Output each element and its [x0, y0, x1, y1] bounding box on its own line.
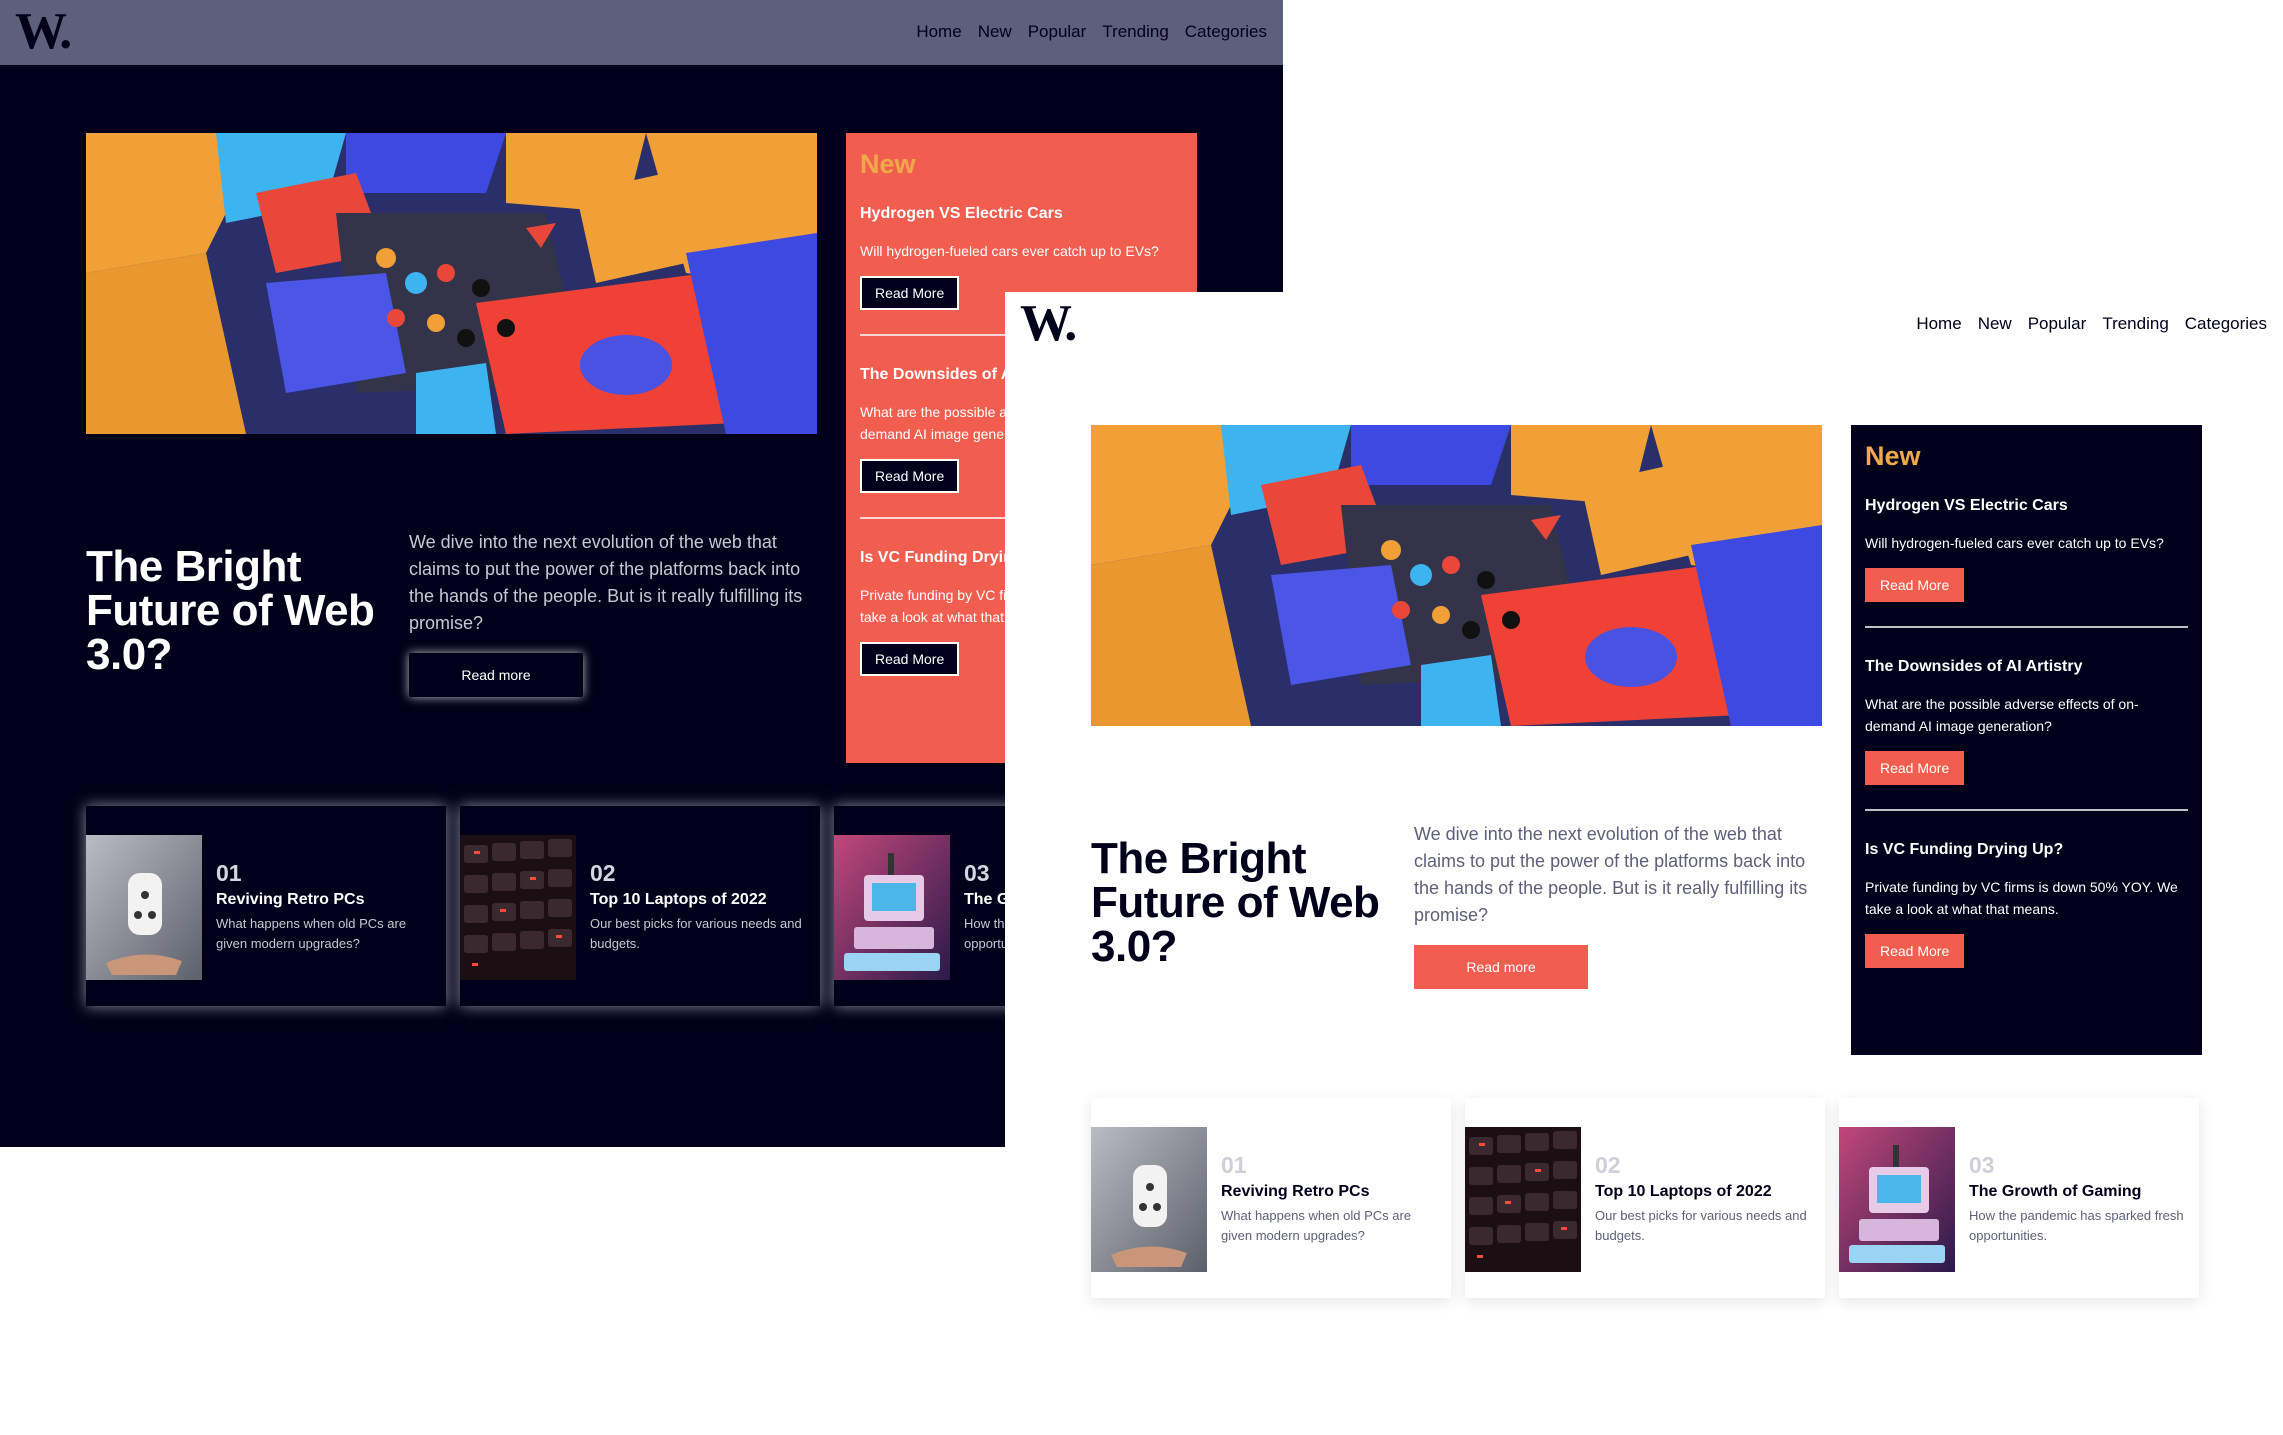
retro-computer-image: [1839, 1127, 1955, 1272]
card-desc: What happens when old PCs are given mode…: [1221, 1208, 1412, 1243]
new-item-desc: What are the possible adverse effects of…: [1865, 696, 2139, 734]
hero-headline: The Bright Future of Web 3.0?: [86, 542, 375, 679]
new-heading: New: [1865, 441, 1921, 471]
hero-headline: The Bright Future of Web 3.0?: [1091, 834, 1380, 971]
new-item-desc: Will hydrogen-fueled cars ever catch up …: [860, 243, 1159, 259]
new-item-title[interactable]: The Downsides of AI Artistry: [1865, 656, 2188, 678]
header: W. Home New Popular Trending Categories: [1005, 292, 2283, 357]
read-more-button[interactable]: Read More: [860, 276, 960, 310]
card-desc: How the pandemic has sparked fresh oppor…: [1969, 1208, 2184, 1243]
article-card[interactable]: 02 Top 10 Laptops of 2022 Our best picks…: [1465, 1098, 1825, 1298]
main-nav: Home New Popular Trending Categories: [1916, 313, 2267, 335]
logo[interactable]: W.: [1020, 298, 1077, 350]
hero-image: [1091, 425, 1822, 726]
new-item: Is VC Funding Drying Up? Private funding…: [1865, 839, 2188, 992]
nav-trending[interactable]: Trending: [1102, 21, 1168, 43]
article-card[interactable]: 01 Reviving Retro PCs What happens when …: [1091, 1098, 1451, 1298]
new-heading: New: [860, 149, 916, 179]
nav-home[interactable]: Home: [916, 21, 961, 43]
new-item: Hydrogen VS Electric Cars Will hydrogen-…: [1865, 495, 2188, 628]
keyboard-image: [1465, 1127, 1581, 1272]
read-more-button[interactable]: Read More: [1865, 751, 1965, 785]
card-number: 03: [1969, 1152, 1995, 1178]
card-title[interactable]: Reviving Retro PCs: [1221, 1182, 1369, 1202]
nav-popular[interactable]: Popular: [2028, 313, 2087, 335]
read-more-button[interactable]: Read More: [1865, 934, 1965, 968]
light-theme-mockup: W. Home New Popular Trending Categories: [1005, 292, 2283, 1435]
nav-new[interactable]: New: [1978, 313, 2012, 335]
card-desc: Our best picks for various needs and bud…: [590, 916, 802, 951]
read-more-button[interactable]: Read More: [860, 642, 960, 676]
header: W. Home New Popular Trending Categories: [0, 0, 1283, 65]
nav-categories[interactable]: Categories: [2185, 313, 2267, 335]
card-title[interactable]: Top 10 Laptops of 2022: [590, 890, 767, 910]
card-title[interactable]: Top 10 Laptops of 2022: [1595, 1182, 1772, 1202]
card-number: 02: [1595, 1152, 1621, 1178]
new-item-title[interactable]: Hydrogen VS Electric Cars: [1865, 495, 2188, 517]
card-number: 01: [216, 860, 242, 886]
nav-new[interactable]: New: [978, 21, 1012, 43]
hero-read-more-button[interactable]: Read more: [409, 653, 583, 697]
card-number: 02: [590, 860, 616, 886]
retro-computer-image: [834, 835, 950, 980]
card-title[interactable]: The Growth of Gaming: [1969, 1182, 2141, 1202]
game-controller-image: [1091, 1127, 1207, 1272]
new-item-title[interactable]: Is VC Funding Drying Up?: [1865, 839, 2188, 861]
nav-trending[interactable]: Trending: [2102, 313, 2168, 335]
new-item-desc: Will hydrogen-fueled cars ever catch up …: [1865, 535, 2164, 551]
nav-popular[interactable]: Popular: [1028, 21, 1087, 43]
read-more-button[interactable]: Read More: [1865, 568, 1965, 602]
read-more-button[interactable]: Read More: [860, 459, 960, 493]
hero-image: [86, 133, 817, 434]
keyboard-image: [460, 835, 576, 980]
card-number: 01: [1221, 1152, 1247, 1178]
article-card[interactable]: 01 Reviving Retro PCs What happens when …: [86, 806, 446, 1006]
card-title[interactable]: Reviving Retro PCs: [216, 890, 364, 910]
article-card[interactable]: 02 Top 10 Laptops of 2022 Our best picks…: [460, 806, 820, 1006]
hero-summary: We dive into the next evolution of the w…: [1414, 824, 1808, 925]
featured-cards: 01 Reviving Retro PCs What happens when …: [1091, 1098, 2203, 1298]
nav-categories[interactable]: Categories: [1185, 21, 1267, 43]
new-item: The Downsides of AI Artistry What are th…: [1865, 656, 2188, 811]
card-number: 03: [964, 860, 990, 886]
new-item-desc: Private funding by VC firms is down 50% …: [1865, 879, 2178, 917]
new-articles-panel: New Hydrogen VS Electric Cars Will hydro…: [1851, 425, 2202, 1055]
hero-read-more-button[interactable]: Read more: [1414, 945, 1588, 989]
card-desc: What happens when old PCs are given mode…: [216, 916, 407, 951]
article-card[interactable]: 03 The Growth of Gaming How the pandemic…: [1839, 1098, 2199, 1298]
game-controller-image: [86, 835, 202, 980]
card-desc: Our best picks for various needs and bud…: [1595, 1208, 1807, 1243]
new-item-title[interactable]: Hydrogen VS Electric Cars: [860, 203, 1183, 225]
nav-home[interactable]: Home: [1916, 313, 1961, 335]
logo[interactable]: W.: [15, 6, 72, 58]
hero-summary: We dive into the next evolution of the w…: [409, 532, 803, 633]
main-nav: Home New Popular Trending Categories: [916, 21, 1267, 43]
